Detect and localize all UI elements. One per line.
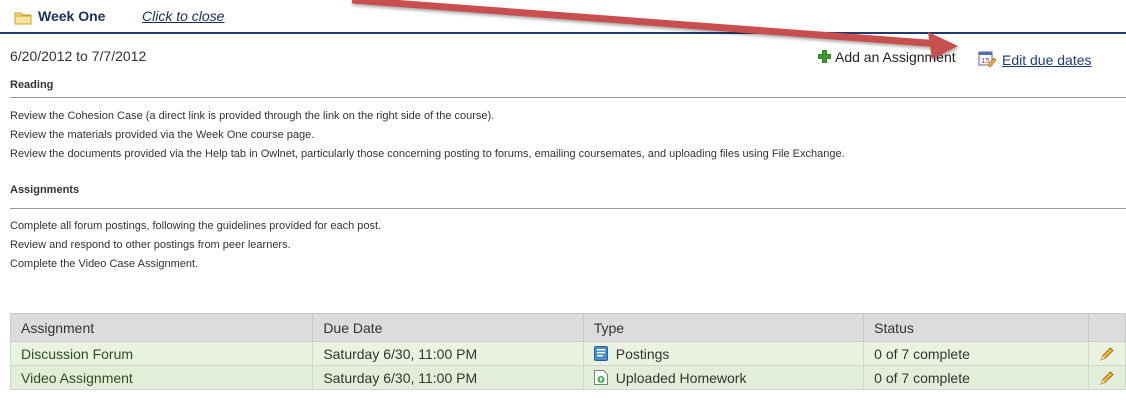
svg-text:15: 15 (981, 57, 990, 65)
reading-divider (10, 97, 1126, 98)
reading-line: Review the materials provided via the We… (10, 129, 315, 141)
assignments-line: Complete all forum postings, following t… (10, 220, 382, 232)
column-header-due-date[interactable]: Due Date (312, 313, 584, 342)
edit-due-dates-label: Edit due dates (1002, 52, 1092, 68)
due-date-cell: Saturday 6/30, 11:00 PM (312, 365, 584, 390)
edit-due-dates-link[interactable]: 15 Edit due dates (978, 47, 1092, 68)
pencil-edit-icon[interactable] (1099, 370, 1115, 386)
assignments-line: Complete the Video Case Assignment. (10, 258, 199, 270)
assignments-divider (10, 208, 1126, 209)
type-label: Uploaded Homework (615, 369, 747, 386)
column-header-type[interactable]: Type (582, 313, 865, 342)
reading-line: Review the Cohesion Case (a direct link … (10, 110, 495, 122)
pencil-edit-icon[interactable] (1099, 346, 1115, 362)
plus-icon (818, 50, 831, 63)
table-header-row: Assignment Due Date Type Status (9, 313, 1126, 342)
type-label: Postings (615, 345, 670, 362)
assignments-table: Assignment Due Date Type Status Discussi… (9, 313, 1126, 390)
assignment-name-link[interactable]: Video Assignment (21, 370, 133, 386)
click-to-close-link[interactable]: Click to close (142, 8, 224, 24)
week-header: Week One Click to close (0, 0, 1126, 34)
add-assignment-label: Add an Assignment (835, 49, 956, 65)
calendar-edit-icon: 15 (978, 51, 996, 68)
table-row: Discussion Forum Saturday 6/30, 11:00 PM… (9, 341, 1126, 366)
assignment-name-link[interactable]: Discussion Forum (21, 346, 133, 362)
status-cell: 0 of 7 complete (863, 365, 1089, 390)
postings-icon (593, 345, 608, 361)
assignments-heading: Assignments (10, 184, 80, 196)
date-range: 6/20/2012 to 7/7/2012 (10, 48, 147, 64)
uploaded-homework-icon (593, 369, 608, 385)
add-assignment-button[interactable]: Add an Assignment (818, 49, 956, 65)
folder-icon (14, 12, 32, 25)
column-header-assignment[interactable]: Assignment (9, 313, 314, 342)
reading-heading: Reading (10, 79, 54, 91)
due-date-cell: Saturday 6/30, 11:00 PM (312, 341, 584, 366)
week-title: Week One (38, 8, 106, 24)
reading-line: Review the documents provided via the He… (10, 148, 845, 160)
table-row: Video Assignment Saturday 6/30, 11:00 PM… (9, 365, 1126, 390)
column-header-status[interactable]: Status (863, 313, 1089, 342)
status-cell: 0 of 7 complete (863, 341, 1089, 366)
assignments-line: Review and respond to other postings fro… (10, 239, 291, 251)
column-header-actions (1087, 313, 1126, 342)
